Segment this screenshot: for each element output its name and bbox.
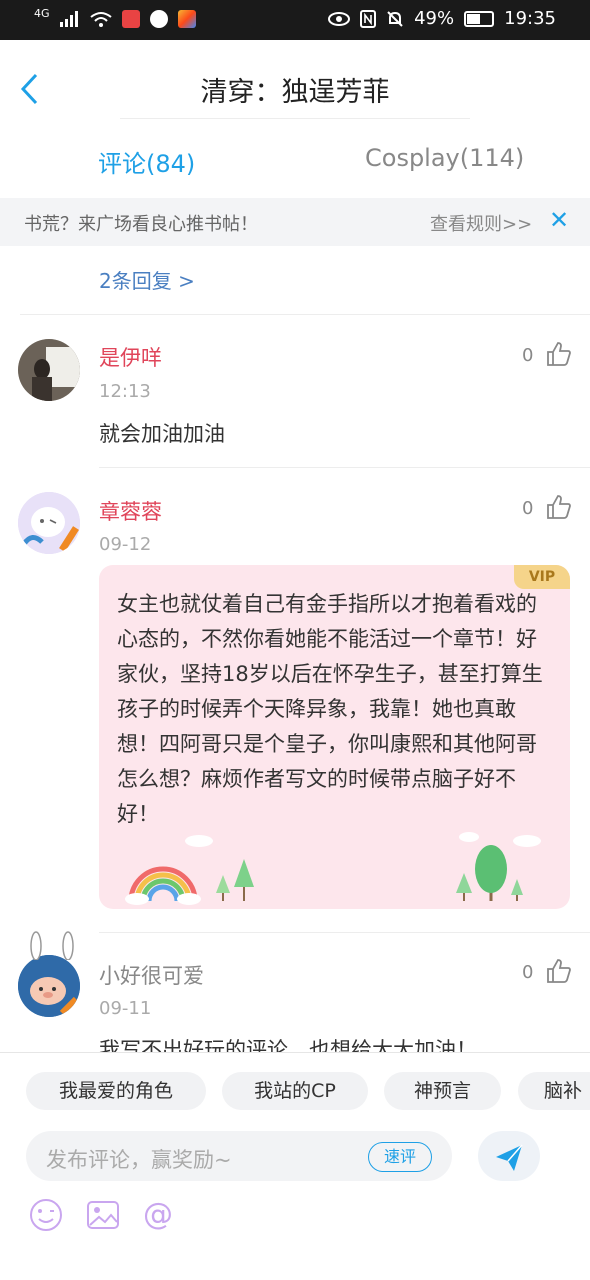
eye-icon	[328, 11, 351, 26]
like-count: 0	[522, 498, 534, 519]
header: 清穿：独逞芳菲	[0, 40, 590, 136]
clock: 19:35	[504, 8, 556, 29]
send-button[interactable]	[478, 1131, 540, 1181]
topic-chip[interactable]: 我最爱的角色	[26, 1072, 206, 1110]
comment-time: 09-11	[99, 998, 152, 1019]
thumbs-up-icon[interactable]	[546, 494, 572, 520]
comment-input[interactable]: 发布评论，赢奖励~ 速评	[26, 1131, 452, 1181]
avatar[interactable]	[18, 955, 80, 1017]
vip-badge: VIP	[514, 565, 570, 589]
svg-text:@: @	[143, 1197, 173, 1232]
wifi-icon	[89, 12, 112, 27]
comment-username[interactable]: 章蓉蓉	[99, 496, 162, 526]
input-placeholder: 发布评论，赢奖励~	[46, 1148, 232, 1172]
comment-text: 就会加油加油	[99, 422, 225, 446]
comment-username[interactable]: 小好很可爱	[99, 960, 204, 990]
topic-chip[interactable]: 我站的CP	[222, 1072, 368, 1110]
rainbow-decoration-icon	[125, 832, 541, 905]
comment-divider	[99, 467, 590, 468]
nfc-icon	[360, 9, 377, 28]
avatar[interactable]	[18, 492, 80, 554]
battery-icon	[464, 10, 495, 27]
app-notification-icon	[121, 10, 140, 28]
comment-compose-panel: 我最爱的角色 我站的CP 神预言 脑补 发布评论，赢奖励~ 速评 @	[0, 1052, 590, 1280]
avatar[interactable]	[18, 339, 80, 401]
topic-chip[interactable]: 脑补	[518, 1072, 590, 1110]
comment-time: 09-12	[99, 534, 152, 555]
like-count: 0	[522, 962, 534, 983]
status-bar: 4G 49% 19:35	[0, 0, 590, 40]
like-count: 0	[522, 345, 534, 366]
view-rules-link[interactable]: 查看规则>>	[430, 210, 532, 236]
network-indicator: 4G	[34, 6, 50, 20]
comment-username[interactable]: 是伊咩	[99, 342, 162, 372]
replies-link[interactable]: 2条回复 >	[99, 265, 195, 294]
thumbs-up-icon[interactable]	[546, 958, 572, 984]
browser-notification-icon	[149, 10, 168, 28]
comment-divider	[99, 932, 590, 933]
tab-cosplay[interactable]: Cosplay(114)	[365, 144, 524, 172]
image-icon[interactable]	[85, 1197, 121, 1233]
thumbs-up-icon[interactable]	[546, 341, 572, 367]
quick-comment-button[interactable]: 速评	[368, 1142, 432, 1172]
tab-bar: 评论(84) Cosplay(114)	[0, 128, 590, 194]
notice-text[interactable]: 书荒？来广场看良心推书帖！	[24, 210, 258, 236]
page-title: 清穿：独逞芳菲	[200, 77, 390, 108]
comment-time: 12:13	[99, 381, 151, 402]
comment-divider	[20, 314, 590, 315]
tab-comments[interactable]: 评论(84)	[98, 144, 195, 179]
send-icon	[496, 1144, 523, 1171]
battery-percent: 49%	[414, 8, 455, 29]
emoji-icon[interactable]	[28, 1197, 64, 1233]
signal-icon	[59, 11, 78, 27]
mention-icon[interactable]: @	[140, 1197, 176, 1233]
header-divider	[120, 118, 470, 119]
vip-comment-bubble: VIP 女主也就仗着自己有金手指所以才抱着看戏的心态的，不然你看她能不能活过一个…	[99, 565, 570, 909]
mute-bell-icon	[387, 10, 403, 27]
close-icon[interactable]: ✕	[549, 206, 569, 234]
comment-text: 女主也就仗着自己有金手指所以才抱着看戏的心态的，不然你看她能不能活过一个章节！好…	[117, 592, 543, 826]
app-store-notification-icon	[177, 10, 196, 28]
notice-bar: 书荒？来广场看良心推书帖！ 查看规则>> ✕	[0, 198, 590, 246]
topic-chip[interactable]: 神预言	[384, 1072, 501, 1110]
bunny-ears-decoration-icon	[30, 931, 74, 960]
